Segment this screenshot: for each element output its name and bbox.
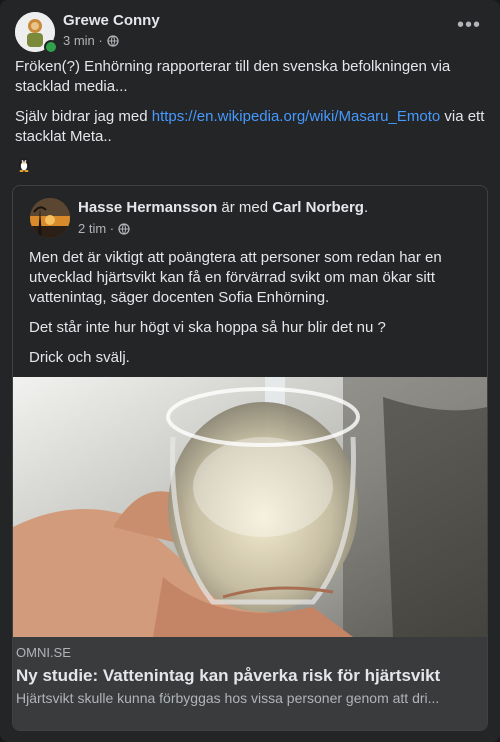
sunset-avatar-image [30, 198, 70, 238]
shared-author-avatar[interactable] [30, 198, 70, 238]
post-text-line: Fröken(?) Enhörning rapporterar till den… [15, 58, 451, 95]
post-body: Fröken(?) Enhörning rapporterar till den… [15, 57, 485, 157]
link-preview-footer[interactable]: OMNI.SE Ny studie: Vattenintag kan påver… [13, 637, 487, 730]
post-author[interactable]: Grewe Conny [63, 12, 160, 29]
post-meta: 3 min · [63, 33, 119, 48]
penguin-icon [19, 159, 29, 172]
post-card: Grewe Conny 3 min · ••• Fröken(?) Enhörn… [0, 0, 500, 742]
link-description: Hjärtsvikt skulle kunna förbyggas hos vi… [16, 690, 440, 706]
shared-author[interactable]: Hasse Hermansson [78, 199, 217, 216]
shared-with-text: är med [217, 199, 273, 216]
post-header: Grewe Conny 3 min · ••• [15, 12, 485, 54]
post-text-fragment: Själv bidrar jag med [15, 108, 152, 125]
globe-icon [118, 222, 130, 235]
link-preview-image[interactable] [13, 377, 487, 637]
shared-paragraph: Det står inte hur högt vi ska hoppa så h… [29, 319, 386, 336]
globe-icon [107, 34, 119, 47]
glass-of-water-photo [13, 377, 487, 637]
shared-meta: 2 tim · [78, 221, 130, 236]
shared-period: . [363, 199, 369, 216]
shared-body: Men det är viktigt att poängtera att per… [29, 248, 475, 378]
tagged-person[interactable]: Carl Norberg [272, 199, 364, 216]
online-status-dot [44, 40, 58, 54]
wikipedia-link[interactable]: https://en.wikipedia.org/wiki/Masaru_Emo… [152, 108, 440, 125]
shared-paragraph: Drick och svälj. [29, 349, 130, 366]
post-timestamp[interactable]: 3 min · [63, 33, 103, 48]
shared-timestamp[interactable]: 2 tim · [78, 221, 114, 236]
shared-paragraph: Men det är viktigt att poängtera att per… [29, 249, 442, 306]
shared-header: Hasse Hermansson är med Carl Norberg. [78, 199, 368, 216]
link-domain: OMNI.SE [16, 645, 71, 660]
post-text-line: Själv bidrar jag med https://en.wikipedi… [15, 107, 485, 147]
shared-post[interactable]: Hasse Hermansson är med Carl Norberg. 2 … [12, 185, 488, 731]
link-title[interactable]: Ny studie: Vattenintag kan påverka risk … [16, 666, 440, 686]
more-options-button[interactable]: ••• [453, 15, 485, 40]
